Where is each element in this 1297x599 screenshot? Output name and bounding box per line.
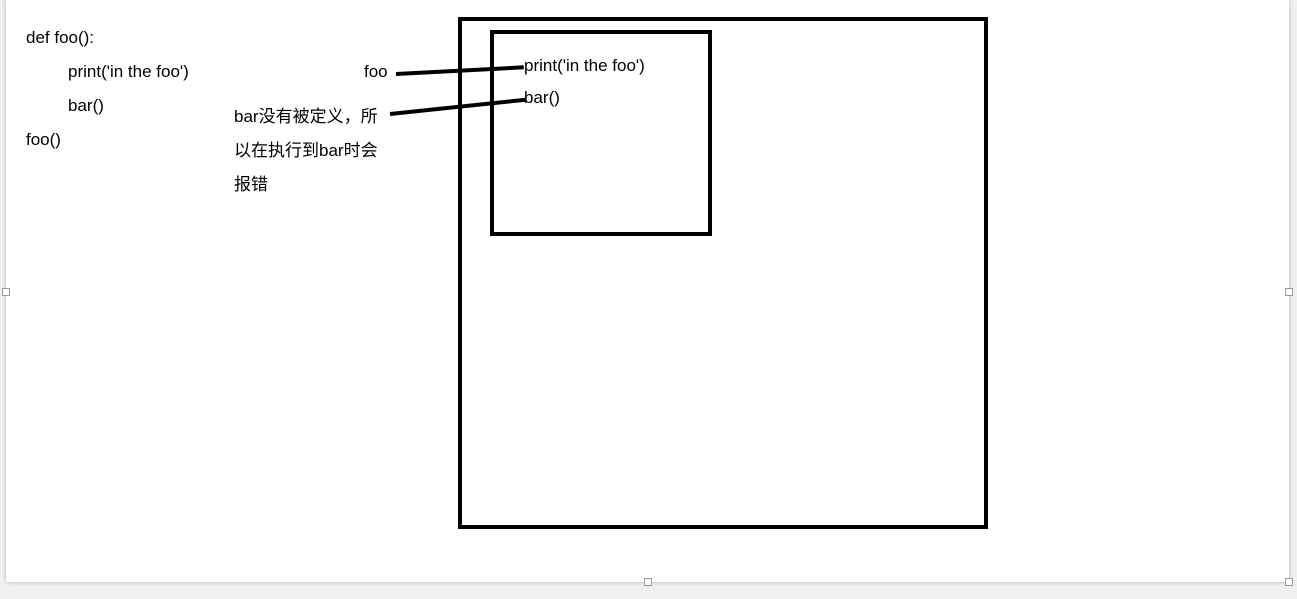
code-line-1: def foo(): bbox=[26, 28, 94, 48]
code-line-2: print('in the foo') bbox=[68, 62, 189, 82]
code-line-4: foo() bbox=[26, 130, 61, 150]
label-foo: foo bbox=[364, 62, 388, 82]
note-line-3: 报错 bbox=[234, 170, 268, 195]
page-handle-bottom bbox=[644, 578, 652, 586]
page-handle-left bbox=[2, 288, 10, 296]
page-handle-br bbox=[1285, 578, 1293, 586]
code-line-3: bar() bbox=[68, 96, 104, 116]
note-line-2: 以在执行到bar时会 bbox=[234, 136, 378, 161]
document-page: def foo(): print('in the foo') bar() foo… bbox=[6, 0, 1289, 582]
note-line-1: bar没有被定义，所 bbox=[234, 102, 378, 127]
page-handle-right bbox=[1285, 288, 1293, 296]
inner-line-1: print('in the foo') bbox=[524, 56, 645, 76]
inner-line-2: bar() bbox=[524, 88, 560, 108]
